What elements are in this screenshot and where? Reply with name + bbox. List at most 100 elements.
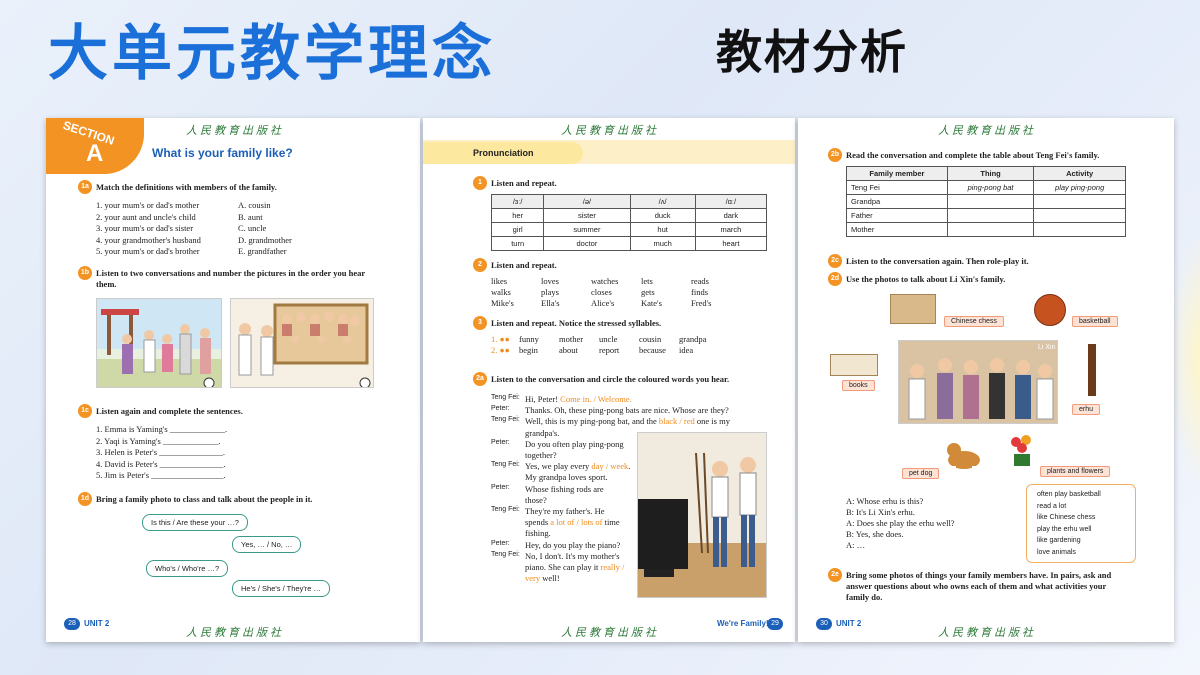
sentence-item: 2. Yaqi is Yaming's _____________. bbox=[96, 435, 221, 446]
phoneme-header: /ʌ/ bbox=[629, 194, 696, 209]
slide-subtitle: 教材分析 bbox=[716, 25, 908, 79]
dialog-line: Whose fishing rods are bbox=[525, 484, 604, 494]
textbook-page-29: 人民教育出版社 Pronunciation 1 Listen and repea… bbox=[423, 118, 795, 642]
page-number: 29 bbox=[767, 618, 783, 630]
table-header: Thing bbox=[946, 166, 1035, 181]
page-title-footer: We're Family! bbox=[717, 619, 769, 628]
phoneme-word: heart bbox=[694, 236, 768, 251]
repeat-word: Ella's bbox=[541, 298, 560, 308]
activity-item: read a lot bbox=[1037, 502, 1067, 510]
pronunciation-heading: Pronunciation bbox=[423, 142, 583, 164]
speaker: Teng Fei: bbox=[491, 506, 520, 513]
speaker: Peter: bbox=[491, 483, 510, 491]
dialog-text: Yes, we play every bbox=[525, 461, 592, 472]
dialog-text: time bbox=[602, 517, 620, 528]
slide-title: 大单元教学理念 bbox=[48, 19, 496, 89]
phoneme-word: turn bbox=[490, 236, 545, 251]
phonics-table: /ɜː//ə//ʌ//ɑː/her sister duck dark girl summe… bbox=[490, 194, 768, 251]
photo-li-xin-family bbox=[898, 340, 1058, 424]
speaker: Peter: bbox=[491, 438, 510, 446]
table-cell: ping-pong bat bbox=[946, 180, 1035, 195]
publisher-header: 人民教育出版社 bbox=[561, 124, 659, 137]
label-chinese-chess: Chinese chess bbox=[944, 316, 1004, 327]
stress-word: begin bbox=[519, 345, 538, 355]
erhu-image bbox=[1088, 344, 1096, 396]
repeat-word: walks bbox=[491, 287, 511, 297]
exercise-badge: 1 bbox=[473, 176, 487, 190]
dialog-line: Do you often play ping-pong bbox=[525, 439, 624, 449]
sentence-item: 3. Helen is Peter's _______________. bbox=[96, 447, 226, 457]
exercise-badge: 2d bbox=[828, 272, 842, 286]
decoration-glow bbox=[1170, 230, 1200, 490]
dialog-text: . bbox=[628, 461, 631, 472]
dialog-line: Thanks. Oh, these ping-pong bats are nic… bbox=[525, 405, 729, 415]
dialog-line: Yes, we play every day / week. bbox=[525, 461, 630, 471]
page-number: 28 bbox=[64, 618, 80, 630]
publisher-header: 人民教育出版社 bbox=[938, 124, 1036, 137]
match-item: 4. your grandmother's husband bbox=[96, 234, 201, 245]
instruction-2d: Use the photos to talk about Li Xin's fa… bbox=[846, 274, 1006, 284]
match-item: 1. your mum's or dad's mother bbox=[96, 200, 200, 210]
phoneme-word: much bbox=[629, 236, 696, 251]
stress-pattern: 1. ●● bbox=[491, 334, 510, 344]
phoneme-word: summer bbox=[543, 222, 631, 237]
label-pet-dog: pet dog bbox=[902, 468, 940, 479]
dialog-line: spends a lot of / lots of time bbox=[525, 517, 620, 527]
dialog-text: Thanks. Oh, these ping-pong bats are nic… bbox=[525, 405, 729, 416]
dialog-line: No, I don't. It's my mother's bbox=[525, 551, 620, 561]
phoneme-word: doctor bbox=[543, 236, 631, 251]
activity-item: play the erhu well bbox=[1037, 525, 1092, 533]
exercise-badge: 1b bbox=[78, 266, 92, 280]
publisher-header: 人民教育出版社 bbox=[186, 124, 284, 137]
table-cell bbox=[946, 222, 1035, 237]
dialog-line: They're my father's. He bbox=[525, 506, 605, 516]
instruction-p3: Listen and repeat. Notice the stressed s… bbox=[491, 318, 662, 328]
dialog-text: one is my bbox=[694, 416, 730, 427]
sentence-item: 5. Jim is Peter's _________________. bbox=[96, 470, 226, 480]
phoneme-header: /ɑː/ bbox=[694, 194, 768, 209]
dialog-line: B: Yes, she does. bbox=[846, 529, 904, 539]
label-basketball: basketball bbox=[1072, 316, 1118, 327]
dialog-line: Well, this is my ping-pong bat, and the … bbox=[525, 416, 730, 426]
phoneme-word: girl bbox=[490, 222, 545, 237]
table-cell: play ping-pong bbox=[1033, 180, 1126, 195]
table-cell: Father bbox=[846, 208, 948, 223]
dialog-text: those? bbox=[525, 494, 547, 505]
instruction-2e-line: Bring some photos of things your family … bbox=[846, 570, 1112, 580]
phoneme-word: her bbox=[490, 208, 545, 223]
dialog-text: together? bbox=[525, 450, 557, 460]
table-cell: Grandpa bbox=[846, 194, 948, 209]
dialog-text: Hey, do you play the piano? bbox=[525, 539, 621, 550]
stress-word: report bbox=[599, 345, 620, 355]
dialog-text: Well, this is my ping-pong bat, and the bbox=[525, 416, 659, 427]
page-number: 30 bbox=[816, 618, 832, 630]
stress-pattern: 2. ●● bbox=[491, 345, 510, 355]
match-option: D. grandmother bbox=[238, 234, 292, 245]
dialog-text: spends bbox=[525, 517, 551, 528]
dialog-line: A: Does she play the erhu well? bbox=[846, 518, 955, 528]
dialog-text: They're my father's. He bbox=[525, 506, 605, 516]
match-option: B. aunt bbox=[238, 211, 263, 222]
repeat-word: watches bbox=[591, 276, 619, 286]
sentence-item: 1. Emma is Yaming's _____________. bbox=[96, 424, 228, 434]
repeat-word: lets bbox=[641, 276, 653, 286]
publisher-footer: 人民教育出版社 bbox=[186, 626, 284, 639]
repeat-word: loves bbox=[541, 276, 559, 286]
match-item: 2. your aunt and uncle's child bbox=[96, 211, 196, 222]
activities-box: often play basketball read a lot like Chin… bbox=[1026, 484, 1136, 563]
dialog-text: well! bbox=[540, 573, 560, 584]
speaker: Teng Fei: bbox=[491, 550, 520, 558]
stress-word: mother bbox=[559, 334, 584, 344]
dialog-line: those? bbox=[525, 495, 547, 505]
table-header: Activity bbox=[1033, 166, 1126, 181]
phoneme-header: /ə/ bbox=[543, 194, 631, 209]
repeat-word: closes bbox=[591, 287, 612, 297]
exercise-badge: 1d bbox=[78, 492, 92, 506]
exercise-badge: 3 bbox=[473, 316, 487, 330]
dialog-line: piano. She can play it really / bbox=[525, 562, 624, 572]
section-tag: SECTION A bbox=[46, 118, 144, 174]
dialog-line: A: … bbox=[846, 540, 866, 550]
exercise-badge: 1c bbox=[78, 404, 92, 418]
instruction-2e-line: answer questions about who owns each of … bbox=[846, 581, 1107, 591]
section-title: What is your family like? bbox=[152, 146, 293, 160]
